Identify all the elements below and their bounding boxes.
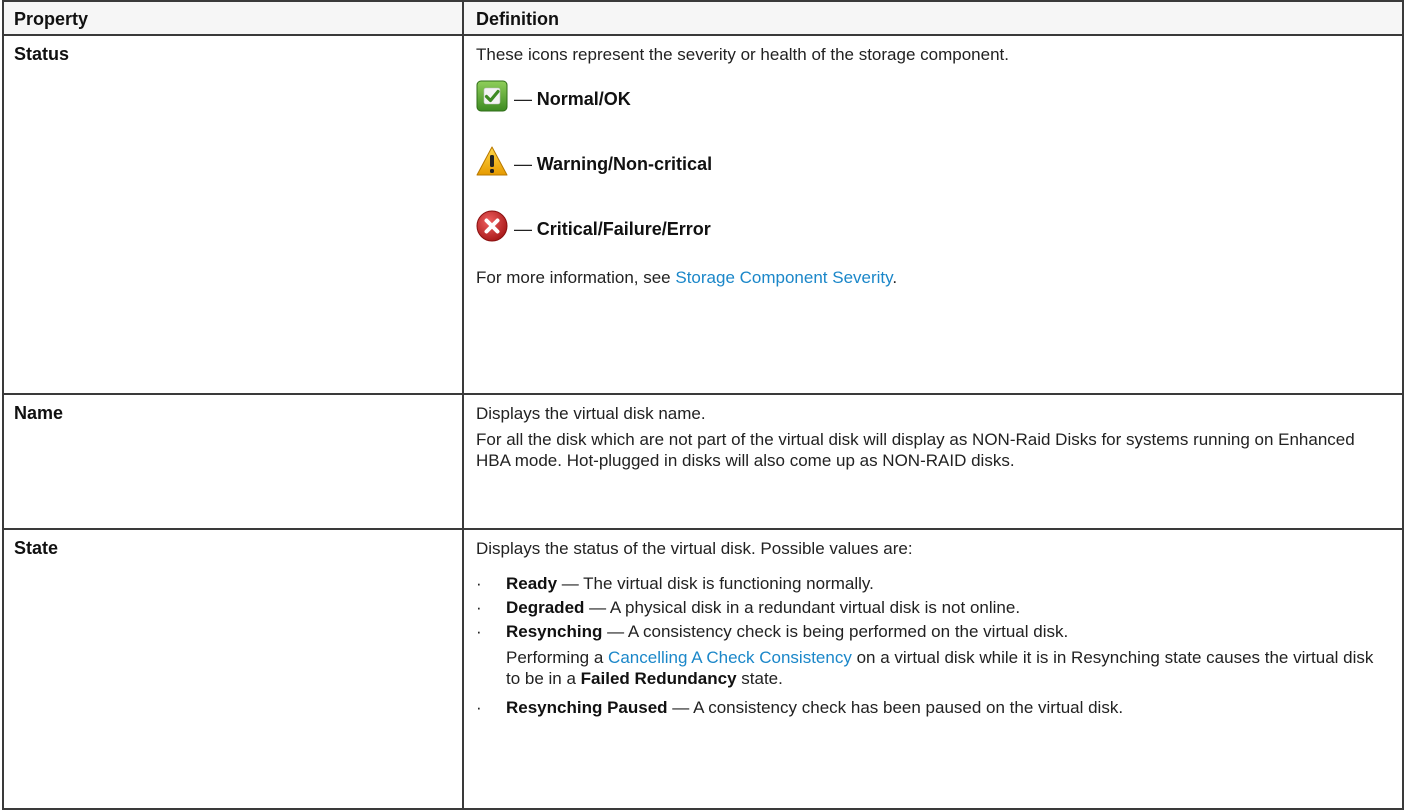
status-critical-row: — Critical/Failure/Error	[476, 206, 1386, 242]
definition-state: Displays the status of the virtual disk.…	[462, 528, 1404, 810]
property-name: Name	[2, 393, 464, 530]
checkmark-ok-icon	[476, 80, 508, 112]
note-suffix: state.	[736, 669, 783, 688]
state-term-resynching-paused: Resynching Paused	[506, 698, 668, 717]
list-item-resynching: · Resynching — A consistency check is be…	[476, 621, 1386, 689]
table-row-status: Status These icons represent the severit…	[2, 34, 1404, 395]
note-failed-redundancy: Failed Redundancy	[580, 669, 737, 688]
definition-name: Displays the virtual disk name. For all …	[462, 393, 1404, 530]
warning-triangle-icon	[476, 146, 508, 176]
column-header-property: Property	[2, 0, 464, 36]
table-row-state: State Displays the status of the virtual…	[2, 528, 1404, 810]
list-item-degraded: · Degraded — A physical disk in a redund…	[476, 597, 1386, 618]
properties-table: Property Definition Status These icons r…	[2, 0, 1404, 810]
status-more-prefix: For more information, see	[476, 268, 676, 287]
state-desc-ready: — The virtual disk is functioning normal…	[557, 574, 874, 593]
bullet: ·	[476, 698, 482, 717]
list-item-resynching-paused: · Resynching Paused — A consistency chec…	[476, 697, 1386, 718]
bullet: ·	[476, 622, 482, 641]
bullet: ·	[476, 598, 482, 617]
critical-x-icon	[476, 210, 508, 242]
property-status: Status	[2, 34, 464, 395]
storage-component-severity-link[interactable]: Storage Component Severity	[675, 268, 892, 287]
status-warning-row: — Warning/Non-critical	[476, 141, 1386, 177]
status-intro: These icons represent the severity or he…	[476, 45, 1009, 64]
state-term-degraded: Degraded	[506, 598, 585, 617]
header-row: Property Definition	[2, 0, 1404, 36]
name-line-2: For all the disk which are not part of t…	[476, 430, 1355, 470]
table-row-name: Name Displays the virtual disk name. For…	[2, 393, 1404, 530]
state-intro: Displays the status of the virtual disk.…	[476, 539, 913, 558]
column-header-definition: Definition	[462, 0, 1404, 36]
note-prefix: Performing a	[506, 648, 609, 667]
status-normal-dash: —	[514, 89, 532, 109]
status-normal-label: Normal/OK	[536, 89, 631, 109]
state-desc-resynching-paused: — A consistency check has been paused on…	[667, 698, 1124, 717]
state-desc-degraded: — A physical disk in a redundant virtual…	[584, 598, 1021, 617]
bullet: ·	[476, 574, 482, 593]
status-warning-label: Warning/Non-critical	[536, 154, 713, 174]
definition-status: These icons represent the severity or he…	[462, 34, 1404, 395]
list-item-ready: · Ready — The virtual disk is functionin…	[476, 573, 1386, 594]
state-desc-resynching: — A consistency check is being performed…	[602, 622, 1069, 641]
name-line-1: Displays the virtual disk name.	[476, 404, 706, 423]
status-warning-dash: —	[514, 154, 532, 174]
property-state: State	[2, 528, 464, 810]
status-more-suffix: .	[892, 268, 898, 287]
resynching-note: Performing a Cancelling A Check Consiste…	[506, 647, 1386, 689]
status-normal-row: — Normal/OK	[476, 76, 1386, 112]
state-values-list: · Ready — The virtual disk is functionin…	[476, 573, 1386, 718]
status-critical-label: Critical/Failure/Error	[536, 219, 711, 239]
cancelling-check-consistency-link[interactable]: Cancelling A Check Consistency	[608, 648, 852, 667]
state-term-ready: Ready	[506, 574, 558, 593]
state-term-resynching: Resynching	[506, 622, 603, 641]
status-more-info: For more information, see Storage Compon…	[476, 267, 1386, 288]
status-critical-dash: —	[514, 219, 532, 239]
